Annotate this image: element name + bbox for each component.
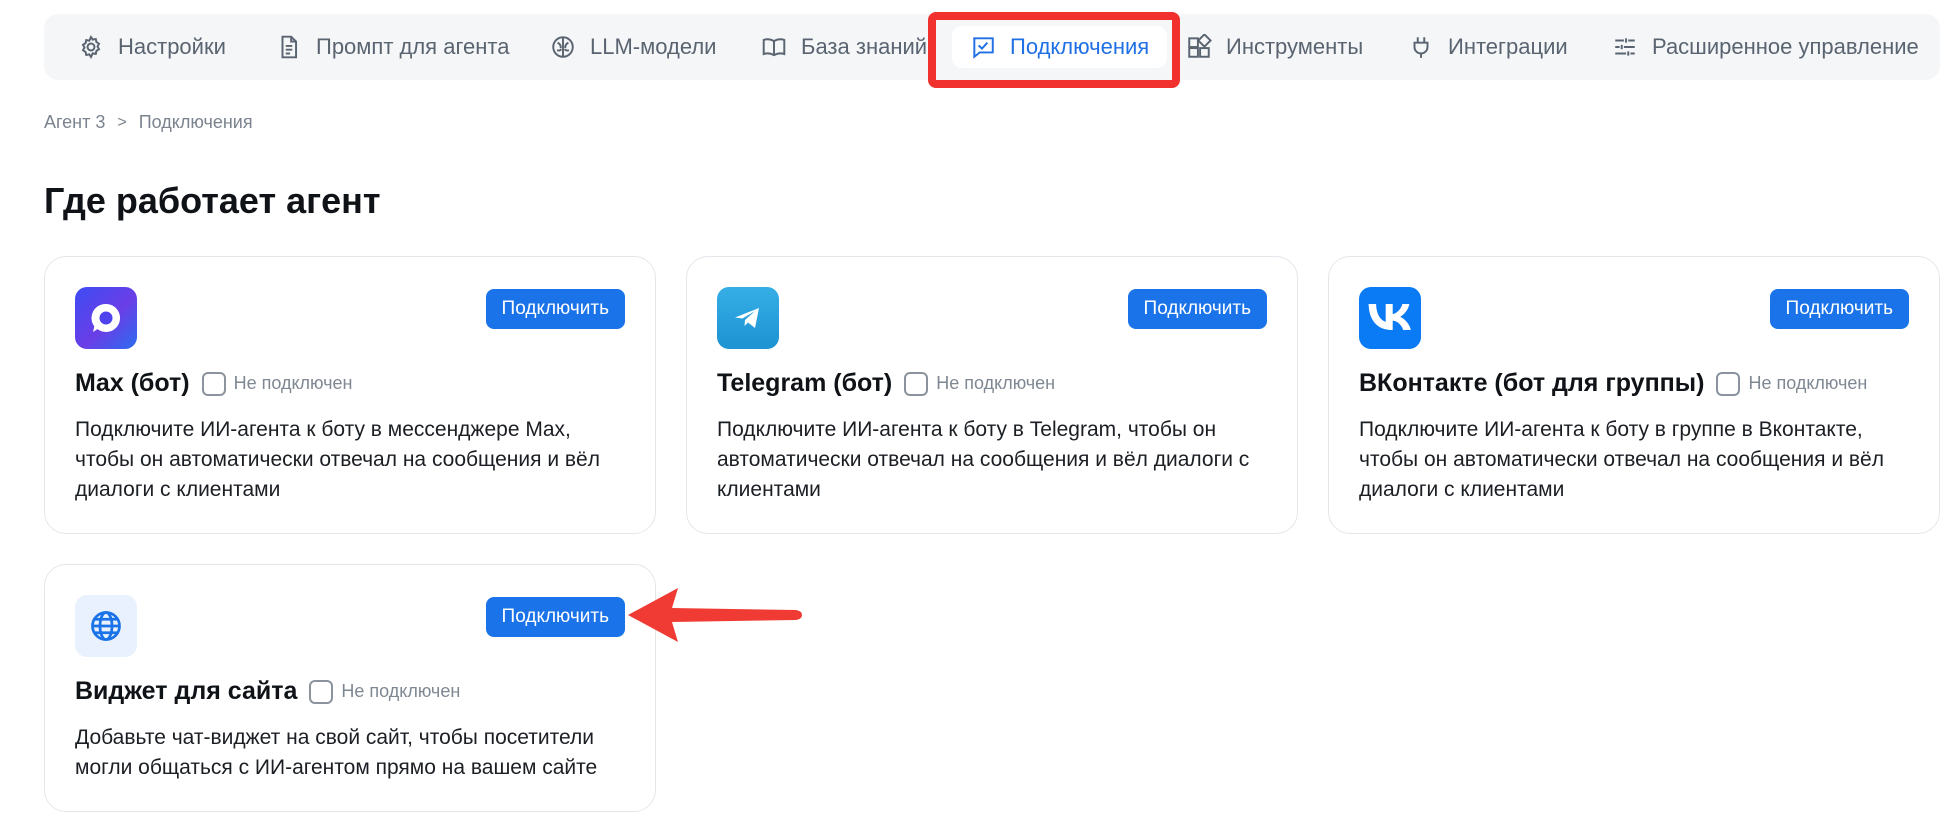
connection-card-max: Подключить Max (бот) Не подключен Подклю…: [44, 256, 656, 534]
gear-icon: [81, 35, 101, 59]
telegram-logo-icon: [717, 287, 779, 349]
book-icon: [762, 38, 786, 57]
breadcrumb-root[interactable]: Агент 3: [44, 112, 105, 133]
connection-card-vk: Подключить ВКонтакте (бот для группы) Не…: [1328, 256, 1940, 534]
status-text: Не подключен: [233, 373, 353, 393]
status-text: Не подключен: [936, 373, 1056, 393]
max-logo-icon: [75, 287, 137, 349]
breadcrumb: Агент 3 > Подключения: [44, 112, 253, 133]
chat-check-icon: [973, 37, 994, 59]
connect-button[interactable]: Подключить: [485, 597, 625, 637]
tab-label: Интеграции: [1448, 34, 1568, 59]
card-title: Max (бот): [75, 369, 190, 397]
status-text: Не подключен: [1748, 373, 1868, 393]
tab-llm-models[interactable]: LLM-модели: [550, 26, 716, 68]
sliders-icon: [1615, 38, 1635, 56]
card-description: Подключите ИИ-агента к боту в группе в В…: [1359, 418, 1884, 501]
vk-logo-icon: [1359, 287, 1421, 349]
connect-button[interactable]: Подключить: [485, 289, 625, 329]
blocks-icon: [1188, 34, 1212, 58]
status-checkbox[interactable]: [904, 371, 929, 396]
document-icon: [281, 35, 298, 59]
card-title: ВКонтакте (бот для группы): [1359, 369, 1705, 397]
tab-label: LLM-модели: [590, 34, 717, 59]
connection-card-widget: Подключить Виджет для сайта Не подключен…: [44, 564, 656, 812]
plug-icon: [1413, 37, 1429, 58]
connect-button[interactable]: Подключить: [1127, 289, 1267, 329]
breadcrumb-separator: >: [117, 113, 127, 131]
card-title: Виджет для сайта: [75, 677, 298, 705]
tab-bar: Настройки Промпт для агента LLM-модели Б…: [44, 14, 1940, 80]
tab-label: База знаний: [801, 34, 928, 59]
status-text: Не подключен: [341, 681, 461, 701]
tab-advanced[interactable]: Расширенное управление: [1612, 26, 1919, 68]
tab-label: Инструменты: [1226, 34, 1364, 59]
tab-connections[interactable]: Подключения: [952, 26, 1168, 68]
card-description: Добавьте чат-виджет на свой сайт, чтобы …: [75, 726, 598, 779]
tab-prompt[interactable]: Промпт для агента: [276, 26, 509, 68]
page-title: Где работает агент: [44, 180, 381, 221]
card-title: Telegram (бот): [717, 369, 893, 397]
tab-integrations[interactable]: Интеграции: [1408, 26, 1568, 68]
status-checkbox[interactable]: [201, 371, 226, 396]
status-checkbox[interactable]: [1716, 371, 1741, 396]
brain-icon: [552, 36, 574, 58]
connect-button[interactable]: Подключить: [1769, 289, 1909, 329]
tab-settings[interactable]: Настройки: [78, 26, 226, 68]
tab-tools[interactable]: Инструменты: [1186, 26, 1363, 68]
connection-card-telegram: Подключить Telegram (бот) Не подключен П…: [686, 256, 1298, 534]
status-checkbox[interactable]: [309, 679, 334, 704]
annotation-arrow-icon: [628, 588, 802, 642]
tab-knowledge-base[interactable]: База знаний: [761, 26, 927, 68]
globe-icon: [75, 595, 137, 657]
breadcrumb-current: Подключения: [138, 112, 253, 132]
card-description: Подключите ИИ-агента к боту в мессенджер…: [75, 418, 600, 501]
tab-label: Промпт для агента: [316, 34, 510, 59]
tab-label: Подключения: [1010, 34, 1150, 59]
card-description: Подключите ИИ-агента к боту в Telegram, …: [717, 418, 1250, 501]
tab-label: Настройки: [118, 34, 226, 59]
tab-label: Расширенное управление: [1652, 34, 1919, 59]
